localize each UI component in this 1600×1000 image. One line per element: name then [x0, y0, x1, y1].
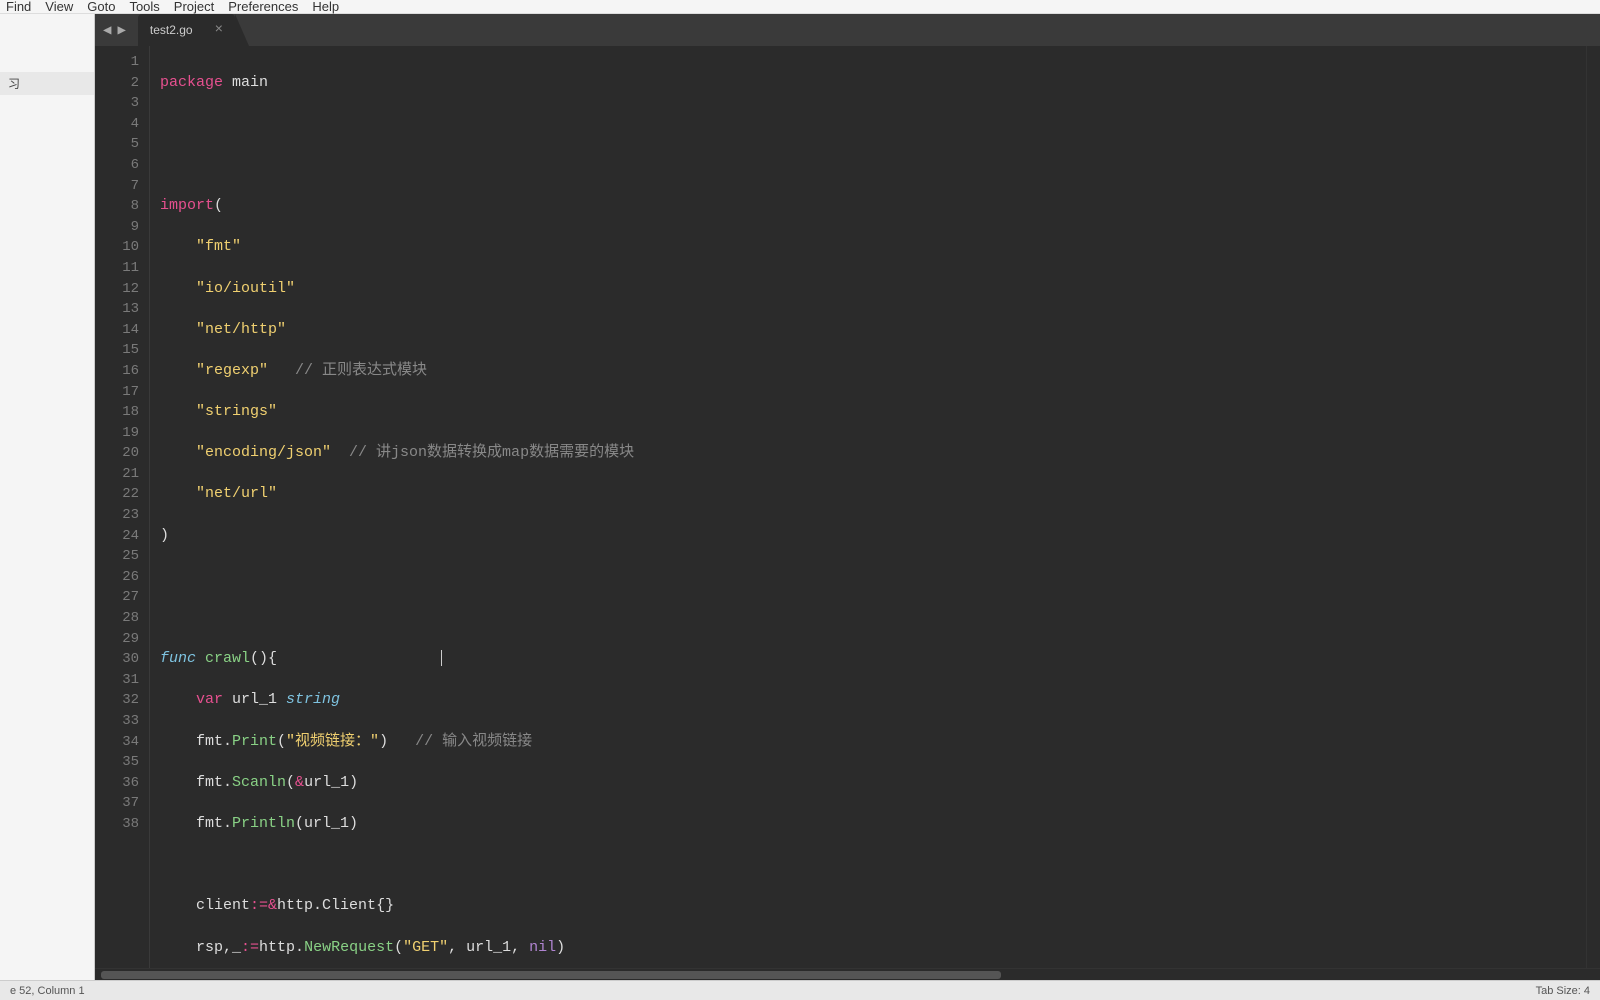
line-number: 17: [95, 382, 139, 403]
line-number: 4: [95, 114, 139, 135]
nav-back-icon[interactable]: ◀: [101, 20, 113, 41]
line-number: 18: [95, 402, 139, 423]
line-number: 9: [95, 217, 139, 238]
line-number: 32: [95, 690, 139, 711]
menu-bar: Find View Goto Tools Project Preferences…: [0, 0, 1600, 14]
line-number: 28: [95, 608, 139, 629]
nav-forward-icon[interactable]: ▶: [115, 20, 127, 41]
line-number: 14: [95, 320, 139, 341]
line-number: 29: [95, 629, 139, 650]
tab-label: test2.go: [150, 23, 193, 37]
line-number: 35: [95, 752, 139, 773]
close-icon[interactable]: ×: [215, 23, 223, 37]
menu-find[interactable]: Find: [6, 0, 31, 14]
line-number: 34: [95, 732, 139, 753]
line-number: 25: [95, 546, 139, 567]
tab-bar: ◀ ▶ test2.go ×: [95, 14, 1600, 46]
line-number: 22: [95, 484, 139, 505]
code-editor[interactable]: package main import( "fmt" "io/ioutil" "…: [150, 46, 1586, 968]
status-tab-size[interactable]: Tab Size: 4: [1536, 985, 1590, 997]
line-number: 10: [95, 237, 139, 258]
line-number: 8: [95, 196, 139, 217]
line-number: 7: [95, 176, 139, 197]
scrollbar-thumb[interactable]: [101, 971, 1001, 979]
menu-view[interactable]: View: [45, 0, 73, 14]
line-number: 11: [95, 258, 139, 279]
line-number: 15: [95, 340, 139, 361]
line-gutter: 1234567891011121314151617181920212223242…: [95, 46, 150, 968]
menu-goto[interactable]: Goto: [87, 0, 115, 14]
line-number: 16: [95, 361, 139, 382]
side-item-1[interactable]: 习: [0, 72, 94, 95]
line-number: 3: [95, 93, 139, 114]
horizontal-scrollbar[interactable]: [95, 968, 1600, 980]
menu-tools[interactable]: Tools: [129, 0, 159, 14]
line-number: 5: [95, 134, 139, 155]
minimap[interactable]: [1586, 46, 1600, 968]
line-number: 21: [95, 464, 139, 485]
line-number: 19: [95, 423, 139, 444]
line-number: 2: [95, 73, 139, 94]
menu-help[interactable]: Help: [312, 0, 339, 14]
line-number: 1: [95, 52, 139, 73]
line-number: 37: [95, 793, 139, 814]
line-number: 26: [95, 567, 139, 588]
line-number: 38: [95, 814, 139, 835]
side-panel: 习: [0, 14, 95, 980]
line-number: 20: [95, 443, 139, 464]
text-cursor: [441, 650, 442, 666]
line-number: 23: [95, 505, 139, 526]
status-cursor-position[interactable]: e 52, Column 1: [10, 985, 85, 997]
line-number: 13: [95, 299, 139, 320]
status-bar: e 52, Column 1 Tab Size: 4: [0, 980, 1600, 1000]
line-number: 12: [95, 279, 139, 300]
line-number: 30: [95, 649, 139, 670]
line-number: 31: [95, 670, 139, 691]
menu-project[interactable]: Project: [174, 0, 214, 14]
line-number: 33: [95, 711, 139, 732]
menu-preferences[interactable]: Preferences: [228, 0, 298, 14]
line-number: 6: [95, 155, 139, 176]
tab-test2-go[interactable]: test2.go ×: [138, 14, 235, 46]
line-number: 27: [95, 587, 139, 608]
line-number: 24: [95, 526, 139, 547]
line-number: 36: [95, 773, 139, 794]
